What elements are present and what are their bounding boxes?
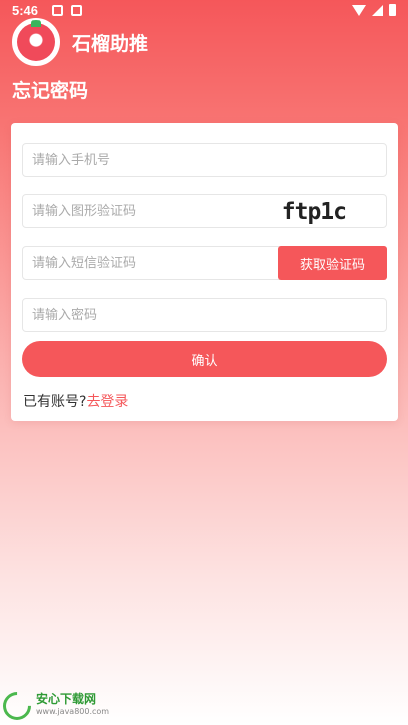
app-bar: 石榴助推: [12, 18, 148, 66]
graphic-code-field[interactable]: ftp1c: [22, 194, 387, 228]
login-prompt: 已有账号?去登录: [23, 391, 128, 411]
confirm-button[interactable]: 确认: [22, 341, 387, 377]
watermark-url: www.java800.com: [36, 707, 110, 716]
app-title: 石榴助推: [72, 32, 149, 55]
captcha-image[interactable]: ftp1c: [282, 197, 347, 227]
status-time: 5:46: [12, 3, 39, 18]
password-input[interactable]: [23, 299, 263, 331]
page-title: 忘记密码: [12, 80, 89, 102]
notification-icons: [52, 5, 82, 16]
sms-code-field[interactable]: 获取验证码: [22, 246, 387, 280]
have-account-text: 已有账号?: [23, 394, 87, 410]
pomegranate-mascot-icon: [17, 20, 55, 61]
signal-icon: [372, 4, 383, 16]
watermark-name: 安心下载网: [36, 692, 97, 706]
password-field[interactable]: [22, 298, 387, 332]
sms-code-input[interactable]: [23, 247, 263, 279]
watermark: 安心下载网 www.java800.com: [0, 690, 109, 716]
app-avatar: [12, 18, 60, 66]
heart-logo-icon: [0, 690, 30, 716]
battery-icon: [389, 4, 396, 16]
phone-input[interactable]: [23, 144, 263, 176]
graphic-code-input[interactable]: [23, 195, 263, 227]
go-login-link[interactable]: 去登录: [86, 394, 128, 410]
phone-field[interactable]: [22, 143, 387, 177]
notification-b-icon: [71, 5, 82, 16]
forgot-password-card: ftp1c 获取验证码 确认 已有账号?去登录: [11, 123, 398, 421]
status-right: [352, 4, 396, 16]
wifi-icon: [352, 4, 366, 16]
get-sms-code-button[interactable]: 获取验证码: [278, 246, 387, 280]
notification-a-icon: [52, 5, 63, 16]
